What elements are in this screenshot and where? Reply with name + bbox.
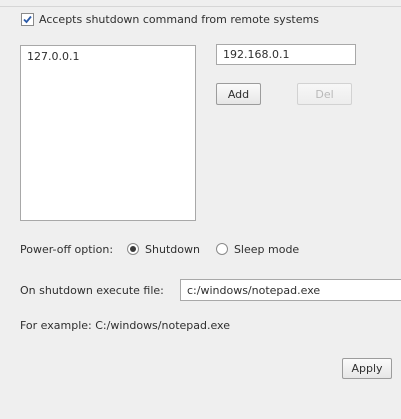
execute-file-row: On shutdown execute file: (20, 278, 164, 302)
apply-button[interactable]: Apply (342, 358, 392, 379)
remote-shutdown-label: Accepts shutdown command from remote sys… (39, 12, 319, 26)
sleep-mode-radio-option[interactable]: Sleep mode (215, 242, 300, 256)
execute-file-input[interactable]: c:/windows/notepad.exe (180, 279, 401, 301)
shutdown-radio-option[interactable]: Shutdown (127, 243, 200, 256)
ip-address-input[interactable]: 192.168.0.1 (216, 44, 356, 65)
execute-file-label: On shutdown execute file: (20, 283, 164, 297)
del-button[interactable]: Del (297, 83, 352, 105)
sleep-mode-radio-label: Sleep mode (233, 242, 300, 256)
add-button[interactable]: Add (216, 83, 261, 105)
remote-systems-list[interactable]: 127.0.0.1 (20, 45, 196, 221)
list-item[interactable]: 127.0.0.1 (27, 50, 189, 64)
sleep-mode-radio[interactable] (215, 243, 228, 255)
shutdown-radio-label: Shutdown (145, 242, 200, 256)
top-separator (0, 6, 401, 7)
power-off-option-row: Power-off option: Shutdown Sleep mode (20, 241, 299, 257)
checkmark-icon (23, 15, 32, 23)
shutdown-settings-panel: Accepts shutdown command from remote sys… (0, 0, 401, 419)
shutdown-radio[interactable] (127, 243, 140, 255)
remote-shutdown-checkbox-row[interactable]: Accepts shutdown command from remote sys… (21, 11, 319, 27)
power-off-label: Power-off option: (20, 242, 114, 256)
execute-file-example: For example: C:/windows/notepad.exe (20, 319, 230, 332)
remote-shutdown-checkbox[interactable] (21, 12, 34, 26)
